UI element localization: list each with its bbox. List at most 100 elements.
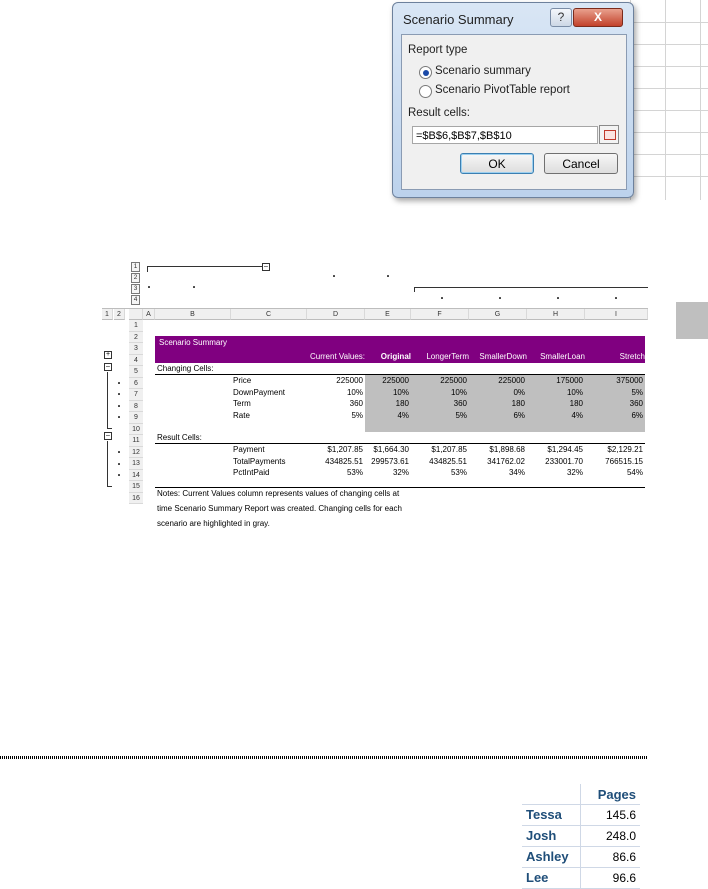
column-header-i[interactable]: I bbox=[585, 309, 648, 320]
column-header-g[interactable]: G bbox=[469, 309, 527, 320]
value-cell: 5% bbox=[351, 410, 363, 420]
value-cell: $1,898.68 bbox=[489, 445, 525, 454]
value-cell: 360 bbox=[453, 399, 467, 408]
cancel-button[interactable]: Cancel bbox=[544, 153, 618, 174]
scenario-summary-radio[interactable] bbox=[419, 66, 432, 79]
value-cell: 341762.02 bbox=[487, 456, 525, 466]
outline-bracket bbox=[414, 287, 648, 288]
row-header[interactable]: 1 bbox=[129, 320, 143, 332]
value-cell: 10% bbox=[450, 387, 467, 397]
outline-dot bbox=[615, 297, 617, 299]
row-label: Price bbox=[233, 376, 252, 385]
scenario-summary-sheet: 1 2 3 4 – 1 2 A B C D E F G H I 12345678… bbox=[102, 258, 648, 532]
outline-dot bbox=[441, 297, 443, 299]
outline-bracket-tick bbox=[414, 287, 415, 292]
row-header[interactable]: 7 bbox=[129, 389, 143, 401]
column-outline-area: 1 2 3 4 – bbox=[102, 258, 648, 309]
row-header[interactable]: 9 bbox=[129, 412, 143, 424]
result-cells-label: Result cells: bbox=[408, 107, 470, 119]
pages-value: 86.6 bbox=[612, 850, 636, 864]
ok-button[interactable]: OK bbox=[460, 153, 534, 174]
value-cell: 434825.51 bbox=[325, 456, 363, 466]
outline-dot bbox=[148, 286, 150, 288]
value-cell: $1,664.30 bbox=[373, 445, 409, 454]
column-header-f[interactable]: F bbox=[411, 309, 469, 320]
pivottable-report-radio[interactable] bbox=[419, 85, 432, 98]
header-current-values: Current Values: bbox=[310, 352, 365, 361]
outline-bracket-tick bbox=[147, 266, 148, 272]
table-row: Tessa 145.6 bbox=[522, 805, 640, 826]
outline-bracket bbox=[147, 266, 262, 267]
row-label: TotalPayments bbox=[233, 456, 286, 466]
value-cell: 225000 bbox=[498, 376, 525, 385]
column-header-d[interactable]: D bbox=[307, 309, 365, 320]
row-header[interactable]: 6 bbox=[129, 377, 143, 389]
column-level-4-button[interactable]: 4 bbox=[131, 295, 140, 305]
pages-header: Pages bbox=[597, 787, 636, 802]
dialog-body: Report type Scenario summary Scenario Pi… bbox=[401, 34, 627, 190]
value-cell: 6% bbox=[631, 410, 643, 420]
column-level-2-button[interactable]: 2 bbox=[131, 273, 140, 283]
changing-cells-label: Changing Cells: bbox=[157, 364, 214, 373]
column-header-b[interactable]: B bbox=[155, 309, 231, 320]
table-row: Lee 96.6 bbox=[522, 868, 640, 889]
row-header[interactable]: 16 bbox=[129, 492, 143, 504]
person-name: Tessa bbox=[526, 807, 562, 822]
row-header[interactable]: 5 bbox=[129, 366, 143, 378]
value-cell: 180 bbox=[395, 399, 409, 408]
column-header-e[interactable]: E bbox=[365, 309, 411, 320]
value-cell: 299573.61 bbox=[371, 456, 409, 466]
row-header[interactable]: 8 bbox=[129, 400, 143, 412]
collapse-dialog-button[interactable] bbox=[599, 125, 619, 144]
value-cell: 225000 bbox=[336, 376, 363, 385]
row-header[interactable]: 11 bbox=[129, 435, 143, 447]
select-all-corner[interactable] bbox=[129, 309, 143, 320]
value-cell: 6% bbox=[513, 410, 525, 420]
collapse-result-cells-button[interactable]: – bbox=[104, 432, 112, 440]
collapse-columns-button[interactable]: – bbox=[262, 263, 270, 271]
column-level-3-button[interactable]: 3 bbox=[131, 284, 140, 294]
row-header[interactable]: 10 bbox=[129, 423, 143, 435]
value-cell: $2,129.21 bbox=[607, 445, 643, 454]
value-cell: 10% bbox=[566, 387, 583, 397]
value-cell: 4% bbox=[397, 410, 409, 420]
row-header[interactable]: 14 bbox=[129, 469, 143, 481]
column-header-a[interactable]: A bbox=[143, 309, 155, 320]
collapse-changing-cells-button[interactable]: – bbox=[104, 363, 112, 371]
scenario-summary-option-label[interactable]: Scenario summary bbox=[435, 65, 531, 77]
value-cell: 360 bbox=[629, 399, 643, 408]
row-header[interactable]: 2 bbox=[129, 331, 143, 343]
outline-dot bbox=[193, 286, 195, 288]
result-cells-input[interactable]: =$B$6,$B$7,$B$10 bbox=[412, 126, 598, 144]
expand-row-group-button[interactable]: + bbox=[104, 351, 112, 359]
value-cell: 32% bbox=[392, 468, 409, 477]
value-cell: $1,207.85 bbox=[327, 445, 363, 454]
notes-line-1: Notes: Current Values column represents … bbox=[157, 489, 400, 498]
value-cell: $1,207.85 bbox=[431, 445, 467, 454]
row-level-1-button[interactable]: 1 bbox=[102, 309, 113, 320]
column-header-h[interactable]: H bbox=[527, 309, 585, 320]
outline-dot bbox=[387, 275, 389, 277]
row-header[interactable]: 4 bbox=[129, 354, 143, 366]
row-level-2-button[interactable]: 2 bbox=[114, 309, 125, 320]
report-type-label: Report type bbox=[408, 44, 468, 56]
outline-dot bbox=[333, 275, 335, 277]
row-header[interactable]: 12 bbox=[129, 446, 143, 458]
notes-line-3: scenario are highlighted in gray. bbox=[157, 519, 270, 528]
row-header[interactable]: 13 bbox=[129, 458, 143, 470]
pivottable-report-option-label[interactable]: Scenario PivotTable report bbox=[435, 84, 570, 96]
help-button[interactable]: ? bbox=[550, 8, 572, 27]
column-level-1-button[interactable]: 1 bbox=[131, 262, 140, 272]
value-cell: 10% bbox=[392, 387, 409, 397]
row-header[interactable]: 3 bbox=[129, 343, 143, 355]
close-button[interactable]: X bbox=[573, 8, 623, 27]
value-cell: 175000 bbox=[556, 376, 583, 385]
value-cell: 54% bbox=[626, 468, 643, 477]
value-cell: 180 bbox=[569, 399, 583, 408]
value-cell: 53% bbox=[346, 468, 363, 477]
column-header-c[interactable]: C bbox=[231, 309, 307, 320]
value-cell: 5% bbox=[455, 410, 467, 420]
row-header[interactable]: 15 bbox=[129, 481, 143, 493]
row-label: Payment bbox=[233, 445, 265, 454]
person-name: Ashley bbox=[526, 849, 569, 864]
